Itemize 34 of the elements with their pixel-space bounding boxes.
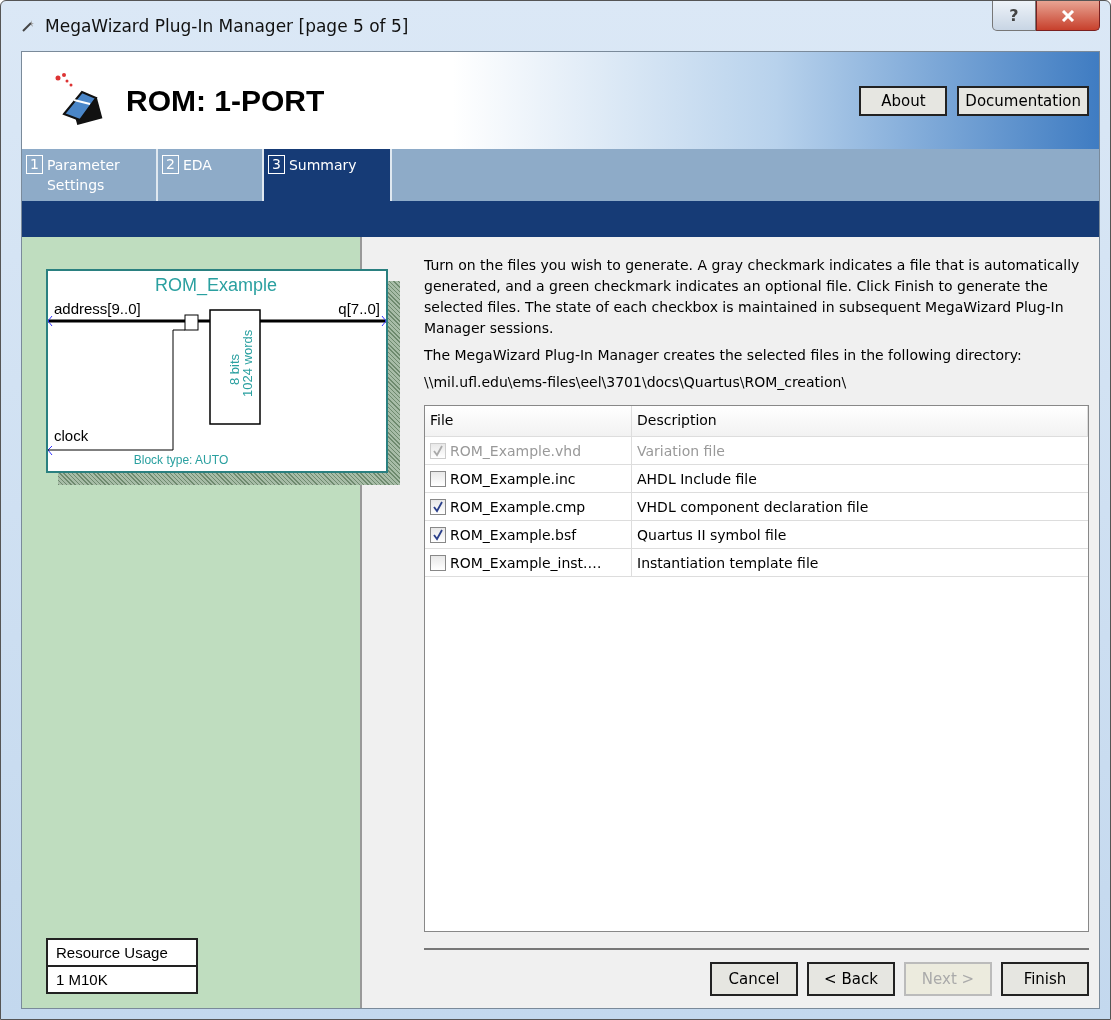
wizard-button[interactable]: Finish xyxy=(1001,962,1089,996)
rom-block-diagram: ROM_Example address[9..0] q[7..0] 8 bits 1024 words clock Block type: AUTO xyxy=(46,269,388,473)
wizard-button[interactable]: Cancel xyxy=(710,962,798,996)
resource-header: Resource Usage xyxy=(48,940,196,967)
checkbox[interactable] xyxy=(430,498,446,515)
directory-path: \\mil.ufl.edu\ems-files\eel\3701\docs\Quartus\ROM_creation\ xyxy=(424,373,848,392)
documentation-button[interactable]: Documentation xyxy=(957,85,1089,116)
component-title: ROM: 1-PORT xyxy=(126,83,325,118)
wizard-button[interactable]: < Back xyxy=(807,962,895,996)
checkbox[interactable] xyxy=(430,526,446,543)
about-button[interactable]: About xyxy=(859,85,948,116)
file-name: ROM_Example.cmp xyxy=(450,498,586,515)
instructions-text: Turn on the files you wish to generate. A gray checkmark indicates a file that is automatically generated, and a green checkmark indicates an optional file. Click Finish to generate the selected files. The state of each checkbox is maintained in subsequent MegaWizard Plug-In Manager sessions. xyxy=(424,256,1081,338)
file-name: ROM_Example.inc xyxy=(450,470,576,487)
checkbox[interactable] xyxy=(430,554,446,571)
close-icon xyxy=(1060,9,1076,22)
file-name: ROM_Example_inst.… xyxy=(450,554,602,571)
close-button[interactable] xyxy=(1036,1,1100,31)
file-description: AHDL Include file xyxy=(636,469,758,489)
column-header[interactable]: File xyxy=(425,406,632,436)
file-name: ROM_Example.bsf xyxy=(450,526,577,543)
file-description: VHDL component declaration file xyxy=(636,497,870,517)
window-title: MegaWizard Plug-In Manager [page 5 of 5] xyxy=(45,16,409,36)
resource-value: 1 M10K xyxy=(55,970,109,990)
checkbox[interactable] xyxy=(430,470,446,487)
file-description: Variation file xyxy=(636,441,726,461)
file-name: ROM_Example.vhd xyxy=(450,442,582,459)
file-description: Instantiation template file xyxy=(636,553,820,573)
help-button[interactable]: ? xyxy=(992,1,1036,31)
wizard-tab[interactable]: 3 Summary xyxy=(264,149,392,201)
file-description: Quartus II symbol file xyxy=(636,525,788,545)
directory-note: The MegaWizard Plug-In Manager creates the selected files in the following directory: xyxy=(424,346,1023,365)
wand-icon xyxy=(21,19,35,33)
column-header[interactable]: Description xyxy=(632,406,1088,436)
